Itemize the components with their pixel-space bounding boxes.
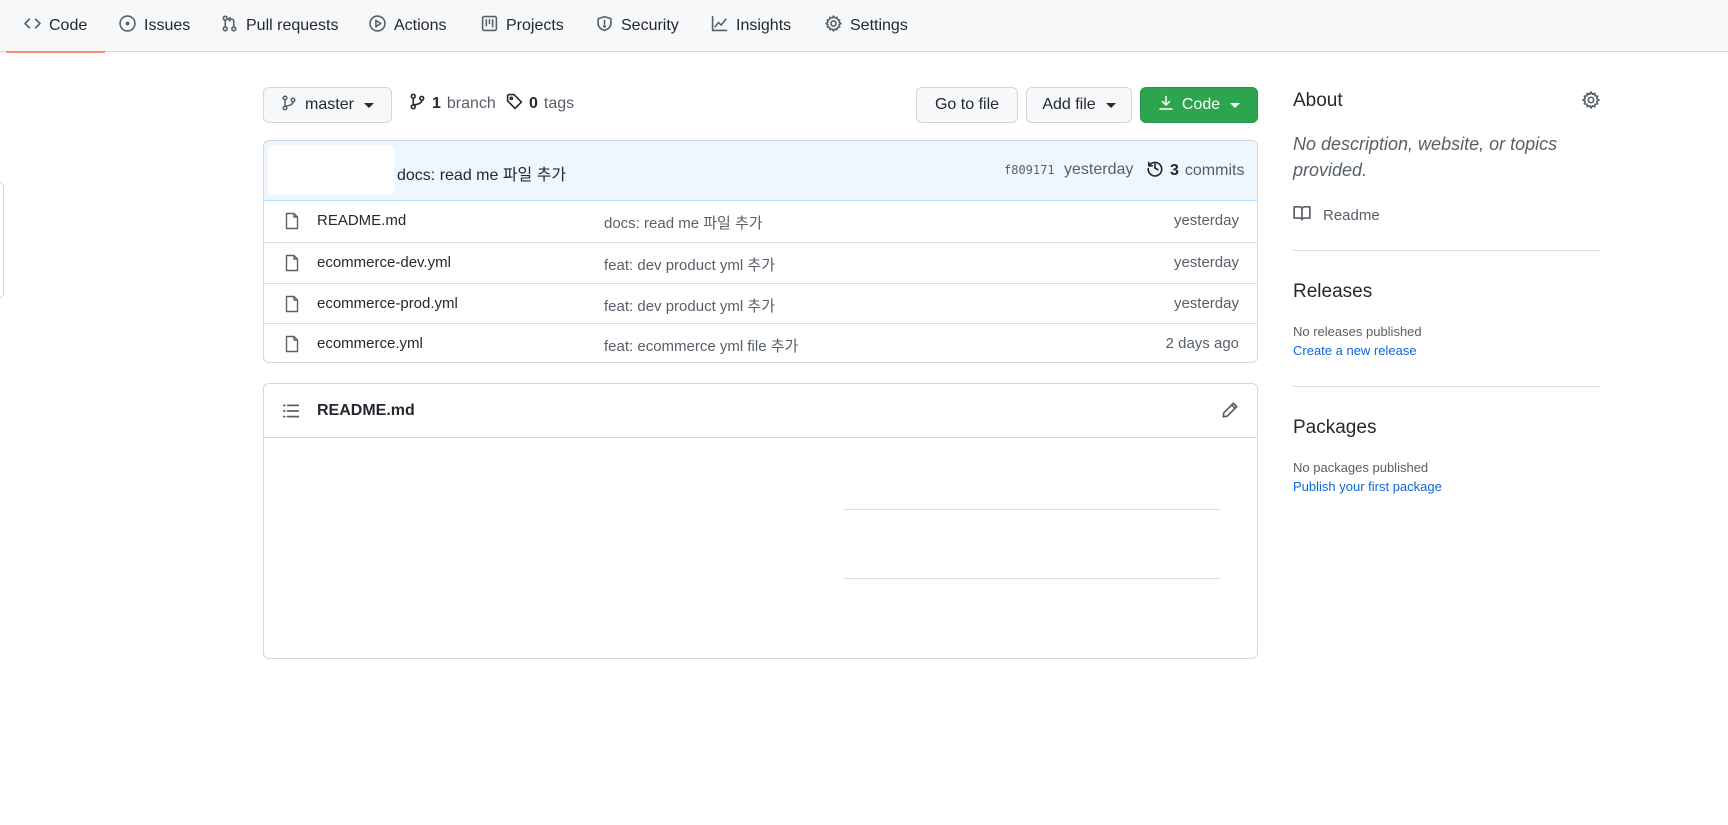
branch-icon — [409, 93, 426, 115]
file-icon — [284, 295, 300, 313]
tab-actions[interactable]: Actions — [369, 0, 446, 52]
readme-panel: README.md — [263, 383, 1258, 659]
go-to-file-label: Go to file — [934, 96, 1000, 113]
tab-insights[interactable]: Insights — [711, 0, 791, 52]
table-row: README.md docs: read me 파일 추가 yesterday — [264, 201, 1257, 242]
file-commit-time: yesterday — [1173, 212, 1239, 229]
list-icon[interactable] — [282, 402, 300, 424]
tab-security[interactable]: Security — [596, 0, 679, 52]
tab-projects[interactable]: Projects — [481, 0, 564, 52]
commit-sha[interactable]: f809171 — [1004, 163, 1055, 177]
repo-nav: Code Issues Pull requests Actions Projec… — [0, 0, 1728, 53]
collapsed-side-panel[interactable] — [0, 182, 4, 298]
issue-icon — [119, 15, 136, 37]
commit-count: 3 — [1170, 161, 1179, 179]
latest-commit-bar: docs: read me 파일 추가 f809171 yesterday 3 … — [264, 141, 1257, 201]
tab-issues[interactable]: Issues — [119, 0, 190, 52]
pull-request-icon — [221, 15, 238, 37]
table-row: ecommerce-dev.yml feat: dev product yml … — [264, 242, 1257, 283]
tag-word: tags — [543, 95, 575, 112]
graph-icon — [711, 15, 728, 37]
project-icon — [481, 15, 498, 37]
book-icon — [1293, 204, 1311, 226]
branch-count: 1 — [432, 95, 441, 112]
about-description: No description, website, or topics provi… — [1293, 134, 1558, 180]
publish-package-link[interactable]: Publish your first package — [1293, 479, 1442, 494]
tab-label: Pull requests — [246, 17, 339, 34]
file-commit-message[interactable]: feat: dev product yml 추가 — [604, 295, 775, 316]
branch-icon — [281, 94, 297, 116]
commit-message[interactable]: docs: read me 파일 추가 — [397, 161, 566, 185]
add-file-label: Add file — [1042, 96, 1096, 113]
code-icon — [24, 15, 41, 37]
file-name[interactable]: ecommerce-dev.yml — [317, 254, 451, 271]
tab-settings[interactable]: Settings — [825, 0, 908, 52]
pencil-icon[interactable] — [1221, 401, 1239, 423]
file-commit-time: 2 days ago — [1165, 335, 1239, 352]
commit-time: yesterday — [1064, 161, 1134, 178]
tab-label: Actions — [394, 17, 447, 34]
shield-icon — [596, 15, 613, 37]
history-icon — [1146, 159, 1164, 182]
branch-name: master — [305, 96, 354, 113]
table-row: ecommerce.yml feat: ecommerce yml file 추… — [264, 323, 1257, 362]
releases-heading[interactable]: Releases — [1293, 281, 1372, 303]
gear-icon — [825, 15, 842, 37]
go-to-file-button[interactable]: Go to file — [916, 87, 1018, 123]
download-icon — [1158, 95, 1174, 116]
file-icon — [284, 212, 300, 230]
tags-link[interactable]: 0 tags — [506, 93, 574, 115]
file-commit-message[interactable]: feat: dev product yml 추가 — [604, 254, 775, 275]
gear-icon[interactable] — [1581, 90, 1601, 113]
readme-divider — [844, 578, 1220, 579]
file-icon — [284, 254, 300, 272]
tab-label: Security — [621, 17, 679, 34]
play-icon — [369, 15, 386, 37]
about-heading: About — [1293, 90, 1343, 111]
branch-select-button[interactable]: master — [263, 87, 392, 123]
sidebar-divider — [1293, 386, 1601, 387]
file-name[interactable]: README.md — [317, 212, 406, 229]
file-name[interactable]: ecommerce.yml — [317, 335, 423, 352]
commits-link[interactable]: 3 commits — [1146, 159, 1244, 182]
file-commit-time: yesterday — [1173, 295, 1239, 312]
releases-empty-text: No releases published — [1293, 324, 1422, 339]
packages-heading[interactable]: Packages — [1293, 417, 1376, 439]
table-row: ecommerce-prod.yml feat: dev product yml… — [264, 283, 1257, 324]
tag-count: 0 — [529, 95, 538, 112]
code-button[interactable]: Code — [1140, 87, 1258, 123]
readme-title[interactable]: README.md — [317, 402, 415, 420]
sidebar-divider — [1293, 250, 1601, 251]
tag-icon — [506, 93, 523, 115]
file-commit-time: yesterday — [1173, 254, 1239, 271]
file-rows: README.md docs: read me 파일 추가 yesterday … — [264, 201, 1257, 362]
code-button-label: Code — [1181, 96, 1221, 113]
file-commit-message[interactable]: feat: ecommerce yml file 추가 — [604, 335, 798, 356]
file-commit-message[interactable]: docs: read me 파일 추가 — [604, 212, 763, 233]
readme-link[interactable]: Readme — [1293, 204, 1380, 226]
tab-label: Code — [49, 17, 88, 34]
add-file-button[interactable]: Add file — [1026, 87, 1132, 123]
file-icon — [284, 335, 300, 353]
chevron-down-icon — [1230, 102, 1241, 108]
tab-code[interactable]: Code — [5, 0, 106, 53]
tab-label: Settings — [850, 17, 908, 34]
branch-word: branch — [446, 95, 496, 112]
chevron-down-icon — [1105, 102, 1116, 108]
branches-link[interactable]: 1 branch — [409, 93, 496, 115]
chevron-down-icon — [363, 102, 374, 108]
tab-label: Projects — [506, 17, 564, 34]
tab-pull-requests[interactable]: Pull requests — [221, 0, 339, 52]
file-name[interactable]: ecommerce-prod.yml — [317, 295, 458, 312]
readme-divider — [844, 509, 1220, 510]
commit-count-word: commits — [1184, 161, 1245, 179]
create-release-link[interactable]: Create a new release — [1293, 343, 1417, 358]
readme-link-label: Readme — [1323, 206, 1380, 224]
avatar[interactable] — [268, 145, 394, 195]
file-list: docs: read me 파일 추가 f809171 yesterday 3 … — [263, 140, 1258, 363]
readme-header: README.md — [264, 384, 1257, 438]
packages-empty-text: No packages published — [1293, 460, 1429, 475]
tab-label: Issues — [144, 17, 191, 34]
tab-label: Insights — [736, 17, 792, 34]
